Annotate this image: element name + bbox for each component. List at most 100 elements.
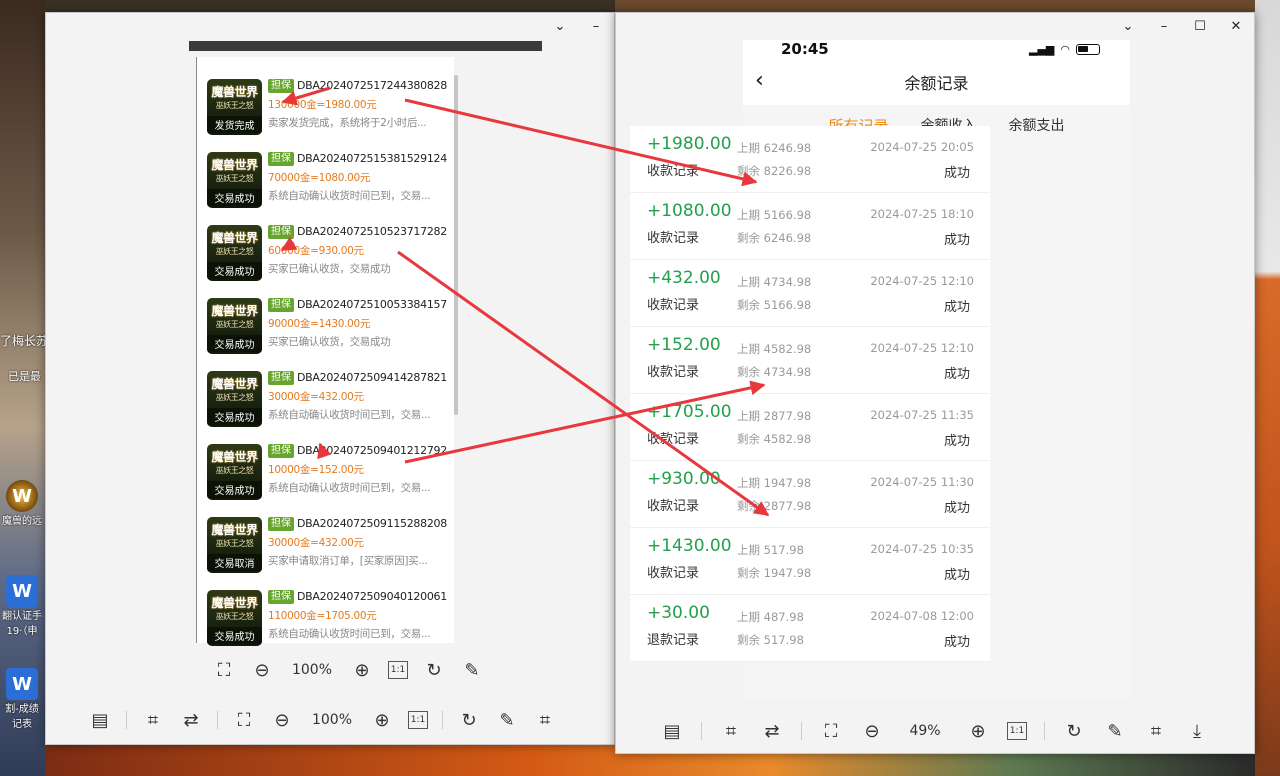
- tab-expense[interactable]: 余额支出: [1009, 115, 1065, 135]
- crop-icon[interactable]: ⌗: [1144, 719, 1168, 743]
- layout-icon[interactable]: ▤: [660, 719, 684, 743]
- status-icons: ▂▄▆ ◠: [1029, 43, 1100, 56]
- balance-record[interactable]: +1430.00 收款记录 上期 517.98 剩余 1947.98 2024-…: [630, 528, 990, 595]
- desktop-icon-label-extra: 记表: [12, 719, 32, 730]
- edit-icon[interactable]: ✎: [495, 708, 519, 732]
- order-description: 系统自动确认收货时间已到，交易...: [268, 482, 431, 494]
- record-amount: +930.00: [647, 469, 721, 489]
- balance-record[interactable]: +30.00 退款记录 上期 487.98 剩余 517.98 2024-07-…: [630, 595, 990, 662]
- record-remaining-balance: 剩余 2877.98: [737, 499, 812, 513]
- game-subtitle: 巫妖王之怒: [215, 174, 254, 183]
- ocr-icon[interactable]: ⌗: [719, 719, 743, 743]
- desktop-wallpaper-left: [0, 0, 50, 776]
- game-subtitle: 巫妖王之怒: [215, 612, 254, 621]
- chevron-down-icon[interactable]: ⌄: [552, 18, 568, 34]
- balance-record[interactable]: +1980.00 收款记录 上期 6246.98 剩余 8226.98 2024…: [630, 126, 990, 193]
- record-date: 2024-07-25 20:05: [870, 140, 974, 154]
- order-description: 系统自动确认收货时间已到，交易...: [268, 628, 431, 640]
- record-amount: +1080.00: [647, 201, 732, 221]
- page-title: 余额记录: [904, 73, 969, 93]
- order-number: DBA2024072515381529124: [297, 152, 447, 165]
- download-icon[interactable]: ⤓: [1185, 719, 1209, 743]
- record-type: 退款记录: [647, 633, 700, 648]
- record-previous-balance: 上期 487.98: [737, 610, 804, 624]
- order-number: DBA2024072509401212792: [297, 444, 447, 457]
- record-type: 收款记录: [647, 499, 700, 514]
- record-previous-balance: 上期 4582.98: [737, 342, 812, 356]
- actual-size-button[interactable]: 1:1: [388, 661, 408, 679]
- order-status: 交易成功: [207, 627, 262, 644]
- crop-icon[interactable]: ⌗: [533, 708, 557, 732]
- ocr-icon[interactable]: ⌗: [141, 708, 165, 732]
- rotate-icon[interactable]: ↻: [457, 708, 481, 732]
- desktop-icon-doc-1[interactable]: W 翻认证手 19·（申: [2, 575, 42, 637]
- order-number: DBA2024072510053384157: [297, 298, 447, 311]
- zoom-in-icon[interactable]: ⊕: [350, 658, 374, 682]
- layout-icon[interactable]: ▤: [88, 708, 112, 732]
- translate-icon[interactable]: ⇄: [179, 708, 203, 732]
- order-amount: 10000金=152.00元: [268, 464, 364, 476]
- order-item[interactable]: 魔兽世界 巫妖王之怒 交易取消 担保 DBA202407250911528820…: [207, 517, 452, 579]
- zoom-out-icon[interactable]: ⊖: [860, 719, 884, 743]
- order-description: 买家已确认收货，交易成功: [268, 336, 391, 348]
- fit-screen-icon[interactable]: ⛶: [212, 658, 236, 682]
- record-amount: +152.00: [647, 335, 721, 355]
- game-thumbnail: 魔兽世界 巫妖王之怒 交易成功: [207, 590, 262, 646]
- chevron-down-icon[interactable]: ⌄: [1120, 18, 1136, 34]
- desktop-icon-doc-2[interactable]: W 割-成绩 记表: [2, 668, 42, 730]
- order-item[interactable]: 魔兽世界 巫妖王之怒 交易成功 担保 DBA202407251052371728…: [207, 225, 452, 287]
- desktop-icon-wow[interactable]: W 魔兽的远征: [2, 480, 42, 527]
- order-description: 买家申请取消订单，[买家原因]买...: [268, 555, 428, 567]
- minimize-icon[interactable]: –: [588, 18, 604, 34]
- balance-record[interactable]: +1705.00 收款记录 上期 2877.98 剩余 4582.98 2024…: [630, 394, 990, 461]
- order-item[interactable]: 魔兽世界 巫妖王之怒 交易成功 担保 DBA202407250904012006…: [207, 590, 452, 652]
- zoom-out-icon[interactable]: ⊖: [270, 708, 294, 732]
- left-window-toolbar: ▤ ⌗ ⇄ ⛶ ⊖ 100% ⊕ 1:1 ↻ ✎ ⌗: [88, 708, 557, 732]
- minimize-icon[interactable]: –: [1156, 18, 1172, 34]
- toolbar-divider: [701, 722, 702, 740]
- edit-icon[interactable]: ✎: [460, 658, 484, 682]
- scrollbar[interactable]: [454, 75, 458, 415]
- game-thumbnail: 魔兽世界 巫妖王之怒 交易成功: [207, 152, 262, 208]
- order-item[interactable]: 魔兽世界 巫妖王之怒 交易成功 担保 DBA202407251538152912…: [207, 152, 452, 214]
- order-status: 交易成功: [207, 189, 262, 206]
- order-item[interactable]: 魔兽世界 巫妖王之怒 发货完成 担保 DBA202407251724438082…: [207, 79, 452, 141]
- back-arrow-icon[interactable]: ‹: [755, 68, 764, 93]
- translate-icon[interactable]: ⇄: [760, 719, 784, 743]
- balance-record[interactable]: +152.00 收款记录 上期 4582.98 剩余 4734.98 2024-…: [630, 327, 990, 394]
- fit-screen-icon[interactable]: ⛶: [819, 719, 843, 743]
- close-icon[interactable]: ✕: [1228, 18, 1244, 34]
- order-item[interactable]: 魔兽世界 巫妖王之怒 交易成功 担保 DBA202407250940121279…: [207, 444, 452, 506]
- edit-icon[interactable]: ✎: [1103, 719, 1127, 743]
- guarantee-badge: 担保: [268, 444, 294, 458]
- rotate-icon[interactable]: ↻: [422, 658, 446, 682]
- zoom-in-icon[interactable]: ⊕: [370, 708, 394, 732]
- record-previous-balance: 上期 1947.98: [737, 476, 812, 490]
- game-subtitle: 巫妖王之怒: [215, 539, 254, 548]
- balance-record[interactable]: +1080.00 收款记录 上期 5166.98 剩余 6246.98 2024…: [630, 193, 990, 260]
- balance-record[interactable]: +432.00 收款记录 上期 4734.98 剩余 5166.98 2024-…: [630, 260, 990, 327]
- order-item[interactable]: 魔兽世界 巫妖王之怒 交易成功 担保 DBA202407251005338415…: [207, 298, 452, 360]
- game-subtitle: 巫妖王之怒: [215, 320, 254, 329]
- battery-icon: [1076, 43, 1100, 55]
- fit-screen-icon[interactable]: ⛶: [232, 708, 256, 732]
- record-date: 2024-07-25 18:10: [870, 207, 974, 221]
- maximize-icon[interactable]: ☐: [1192, 18, 1208, 34]
- zoom-in-icon[interactable]: ⊕: [966, 719, 990, 743]
- actual-size-button[interactable]: 1:1: [1007, 722, 1027, 740]
- order-status: 交易成功: [207, 408, 262, 425]
- signal-icon: ▂▄▆: [1029, 42, 1055, 56]
- order-status: 交易成功: [207, 335, 262, 352]
- record-date: 2024-07-25 12:10: [870, 274, 974, 288]
- record-previous-balance: 上期 4734.98: [737, 275, 812, 289]
- guarantee-badge: 担保: [268, 298, 294, 312]
- zoom-out-icon[interactable]: ⊖: [250, 658, 274, 682]
- game-thumbnail: 魔兽世界 巫妖王之怒 发货完成: [207, 79, 262, 135]
- order-number: DBA2024072509414287821: [297, 371, 447, 384]
- order-item[interactable]: 魔兽世界 巫妖王之怒 交易成功 担保 DBA202407250941428782…: [207, 371, 452, 433]
- game-name: 魔兽世界: [211, 596, 258, 610]
- record-status: 成功: [943, 501, 970, 516]
- rotate-icon[interactable]: ↻: [1062, 719, 1086, 743]
- balance-record[interactable]: +930.00 收款记录 上期 1947.98 剩余 2877.98 2024-…: [630, 461, 990, 528]
- actual-size-button[interactable]: 1:1: [408, 711, 428, 729]
